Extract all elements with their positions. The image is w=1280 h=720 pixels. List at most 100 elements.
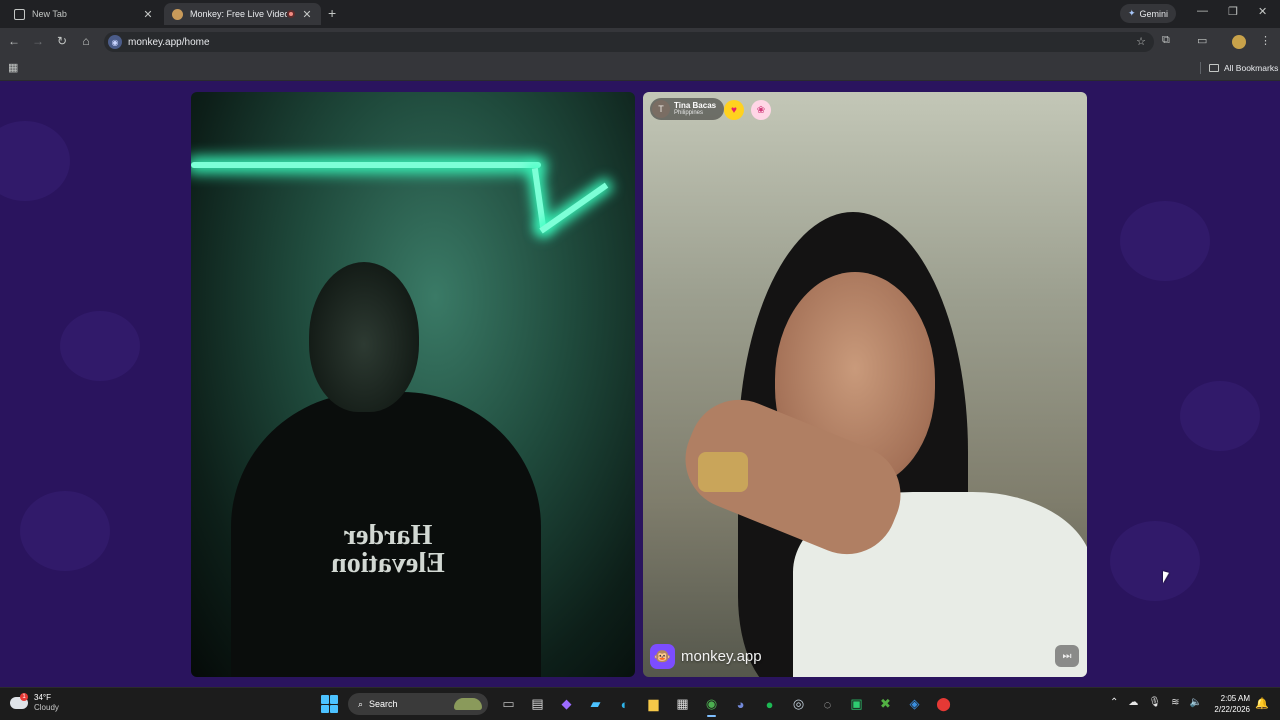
- steam-icon[interactable]: ◎: [784, 692, 813, 716]
- person-head: [309, 262, 419, 412]
- extensions-icon[interactable]: ⧉: [1162, 34, 1170, 47]
- windows-start-icon[interactable]: [318, 692, 342, 716]
- forward-arrow-icon[interactable]: →: [30, 34, 46, 48]
- gemini-button[interactable]: ✦ Gemini: [1120, 4, 1177, 23]
- restore-icon[interactable]: ❐: [1228, 5, 1238, 18]
- bookmarks-bar: ▦ All Bookmarks: [0, 56, 1280, 81]
- close-tab-icon[interactable]: ✕: [301, 8, 313, 21]
- brand-text: monkey.app: [681, 648, 762, 665]
- system-tray: ⌃ ☁ 🎙 ≋ 🔈: [1110, 697, 1202, 708]
- browser-toolbar: ← → ↻ ⌂ ◉ monkey.app/home ☆ ⧉ ▭ ⋮: [0, 28, 1280, 56]
- terminal-icon[interactable]: ▤: [523, 692, 552, 716]
- obs-icon[interactable]: ◌: [813, 692, 842, 716]
- minimize-icon[interactable]: —: [1197, 5, 1208, 17]
- apps-grid-icon[interactable]: ▦: [8, 61, 18, 74]
- search-label: Search: [369, 699, 398, 709]
- url-text: monkey.app/home: [128, 36, 210, 48]
- tab-monkey[interactable]: Monkey: Free Live Video Ch ✕: [164, 3, 321, 25]
- onedrive-icon[interactable]: ☁: [1128, 697, 1138, 708]
- avatar: T: [652, 100, 670, 118]
- close-window-icon[interactable]: ✕: [1258, 5, 1267, 18]
- app-green-icon[interactable]: ▣: [842, 692, 871, 716]
- spotify-icon[interactable]: ●: [755, 692, 784, 716]
- gemini-spark-icon: ✦: [1128, 8, 1136, 18]
- close-tab-icon[interactable]: ✕: [142, 8, 154, 21]
- background-pattern: [1180, 381, 1260, 451]
- tab-strip: New Tab ✕ Monkey: Free Live Video Ch ✕ +…: [0, 0, 1280, 28]
- xbox-icon[interactable]: ✖: [871, 692, 900, 716]
- wristwatch: [698, 452, 748, 492]
- local-video-feed: Harder Elevation: [191, 92, 635, 677]
- tab-label: Monkey: Free Live Video Ch: [190, 9, 287, 19]
- app-blue-icon[interactable]: ◈: [900, 692, 929, 716]
- divider: [1200, 62, 1201, 74]
- profile-avatar[interactable]: [1232, 35, 1246, 49]
- weather-alert-badge: 1: [20, 693, 28, 701]
- reload-icon[interactable]: ↻: [54, 34, 70, 48]
- gift-badge-icon[interactable]: ❀: [751, 100, 771, 120]
- user-country: Philippines: [674, 110, 704, 116]
- date: 2/22/2026: [1214, 705, 1250, 714]
- copilot-icon[interactable]: ◆: [552, 692, 581, 716]
- address-bar[interactable]: ◉ monkey.app/home ☆: [104, 32, 1154, 52]
- discord-icon[interactable]: ◕: [726, 692, 755, 716]
- user-name: Tina Bacas: [674, 101, 717, 110]
- tab-new-tab[interactable]: New Tab ✕: [6, 3, 162, 25]
- task-view-icon[interactable]: ▭: [494, 692, 523, 716]
- site-info-icon[interactable]: ◉: [108, 35, 122, 49]
- cloud-icon: 1: [10, 693, 28, 709]
- chrome-icon[interactable]: ◉: [697, 692, 726, 717]
- search-icon: ⌕: [358, 698, 364, 709]
- calendar-icon[interactable]: ▦: [668, 692, 697, 716]
- weather-temp: 34°F: [34, 693, 51, 702]
- chevron-up-icon[interactable]: ⌃: [1110, 697, 1118, 708]
- notification-bell-icon[interactable]: 🔔: [1255, 697, 1269, 710]
- cast-icon[interactable]: ▭: [1197, 34, 1207, 47]
- new-tab-button[interactable]: +: [328, 5, 336, 21]
- weather-desc: Cloudy: [34, 703, 59, 712]
- mouse-cursor-icon: [1163, 571, 1169, 585]
- weather-widget[interactable]: 1 34°F Cloudy: [10, 693, 59, 713]
- search-highlight-image: [454, 698, 482, 710]
- recording-indicator-icon: [287, 10, 295, 18]
- bookmark-star-icon[interactable]: ☆: [1136, 35, 1146, 48]
- new-tab-icon: [14, 8, 25, 20]
- volume-icon[interactable]: 🔈: [1189, 697, 1201, 708]
- all-bookmarks-label: All Bookmarks: [1224, 63, 1279, 73]
- led-light: [191, 162, 541, 168]
- remote-user-chip[interactable]: T Tina Bacas Philippines: [650, 98, 725, 120]
- wifi-icon[interactable]: ≋: [1171, 697, 1179, 708]
- background-pattern: [20, 491, 110, 571]
- app-red-icon[interactable]: ⬤: [929, 692, 958, 716]
- clock[interactable]: 2:05 AM 2/22/2026: [1208, 693, 1250, 715]
- background-pattern: [1120, 201, 1210, 281]
- monkey-watermark: 🐵 monkey.app: [650, 644, 762, 669]
- all-bookmarks-button[interactable]: All Bookmarks: [1200, 62, 1278, 74]
- microphone-icon[interactable]: 🎙: [1148, 697, 1161, 708]
- taskbar-apps: ⌕ Search ▭ ▤ ◆ ▰ ◐ ▆ ▦ ◉ ◕ ● ◎ ◌ ▣ ✖ ◈ ⬤: [318, 692, 958, 717]
- background-pattern: [1110, 521, 1200, 601]
- tab-label: New Tab: [32, 9, 67, 19]
- led-light: [539, 182, 609, 234]
- file-explorer-icon[interactable]: ▆: [639, 692, 668, 716]
- user-info: Tina Bacas Philippines: [674, 101, 716, 117]
- led-light: [531, 167, 547, 229]
- time: 2:05 AM: [1220, 694, 1250, 703]
- heart-icon[interactable]: ♥: [724, 100, 744, 120]
- skip-next-icon[interactable]: ⏭: [1055, 645, 1079, 667]
- remote-video-feed: T Tina Bacas Philippines ♥ ❀ 🐵 monkey.ap…: [643, 92, 1087, 677]
- windows-taskbar: 1 34°F Cloudy ⌕ Search ▭ ▤ ◆ ▰ ◐ ▆ ▦ ◉ ◕…: [0, 687, 1280, 720]
- hoodie-print: Harder Elevation: [331, 520, 445, 579]
- gemini-label: Gemini: [1139, 8, 1169, 19]
- monkey-logo-icon: 🐵: [650, 644, 675, 669]
- microsoft-store-icon[interactable]: ▰: [581, 692, 610, 716]
- edge-icon[interactable]: ◐: [610, 692, 639, 716]
- taskbar-search[interactable]: ⌕ Search: [348, 693, 488, 715]
- menu-kebab-icon[interactable]: ⋮: [1260, 34, 1271, 47]
- folder-icon: [1209, 64, 1219, 72]
- background-pattern: [60, 311, 140, 381]
- monkey-page: Harder Elevation T Tina Bacas Philippine…: [0, 81, 1280, 687]
- background-pattern: [0, 121, 70, 201]
- home-icon[interactable]: ⌂: [78, 34, 94, 48]
- back-arrow-icon[interactable]: ←: [6, 34, 22, 48]
